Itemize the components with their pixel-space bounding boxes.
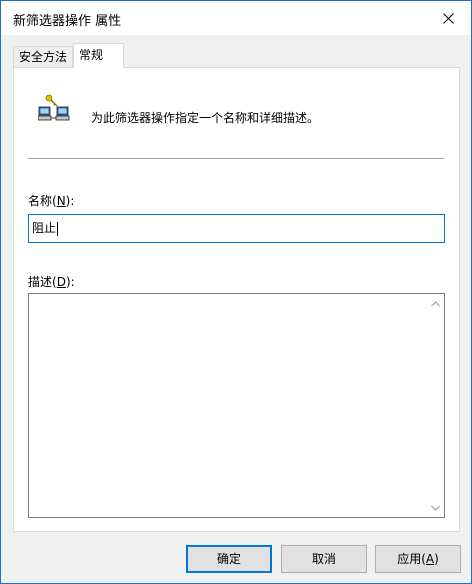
cancel-button[interactable]: 取消 — [281, 545, 367, 573]
name-label: 名称(N): — [28, 194, 75, 208]
general-tab-panel: 为此筛选器操作指定一个名称和详细描述。 名称(N): 阻止 描述(D): — [13, 67, 460, 532]
description-field[interactable] — [28, 293, 445, 518]
tab-general[interactable]: 常规 — [73, 43, 124, 68]
tab-security-methods[interactable]: 安全方法 — [13, 46, 73, 67]
close-icon — [442, 12, 454, 24]
description-label: 描述(D): — [28, 275, 75, 289]
description-scrollbar[interactable] — [427, 294, 444, 517]
scroll-down-icon[interactable] — [430, 502, 441, 513]
text-caret — [57, 221, 59, 236]
filter-action-icon — [38, 94, 70, 121]
window-title: 新筛选器操作 属性 — [13, 14, 122, 29]
name-field-value: 阻止 — [32, 221, 57, 235]
scroll-up-icon[interactable] — [430, 298, 441, 309]
general-description: 为此筛选器操作指定一个名称和详细描述。 — [91, 111, 320, 125]
properties-dialog: 新筛选器操作 属性 安全方法 常规 为此筛选器操作指定一个名称和详细描述。 名称… — [0, 0, 472, 584]
ok-button[interactable]: 确定 — [186, 545, 272, 573]
title-bar[interactable]: 新筛选器操作 属性 — [1, 1, 471, 35]
close-button[interactable] — [425, 1, 471, 35]
divider — [28, 158, 444, 159]
apply-button[interactable]: 应用(A) — [375, 545, 461, 573]
name-field[interactable]: 阻止 — [28, 214, 445, 243]
